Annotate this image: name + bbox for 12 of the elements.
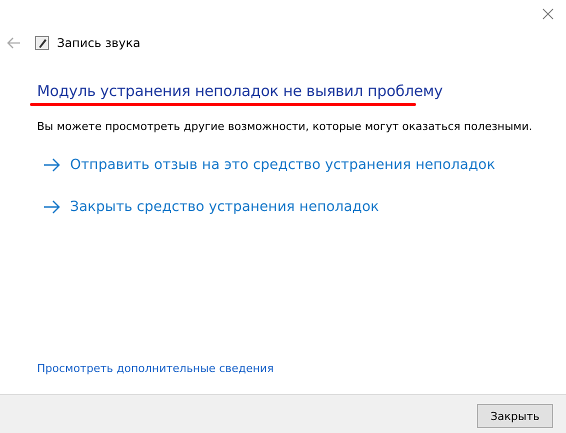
arrow-icon bbox=[43, 200, 61, 214]
details-link[interactable]: Просмотреть дополнительные сведения bbox=[37, 362, 566, 375]
heading: Модуль устранения неполадок не выявил проблему bbox=[37, 82, 444, 100]
back-arrow-icon[interactable] bbox=[7, 37, 21, 49]
message-text: Вы можете просмотреть другие возможности, которые могут оказаться полезными. bbox=[37, 120, 534, 133]
option-link[interactable]: Отправить отзыв на это средство устранения неполадок bbox=[70, 157, 496, 173]
close-dialog-button[interactable]: Закрыть bbox=[477, 404, 553, 428]
option-link[interactable]: Закрыть средство устранения неполадок bbox=[70, 199, 380, 215]
close-icon[interactable] bbox=[542, 8, 554, 20]
arrow-icon bbox=[43, 158, 61, 172]
window-title: Запись звука bbox=[57, 36, 140, 50]
pen-icon bbox=[35, 36, 49, 50]
